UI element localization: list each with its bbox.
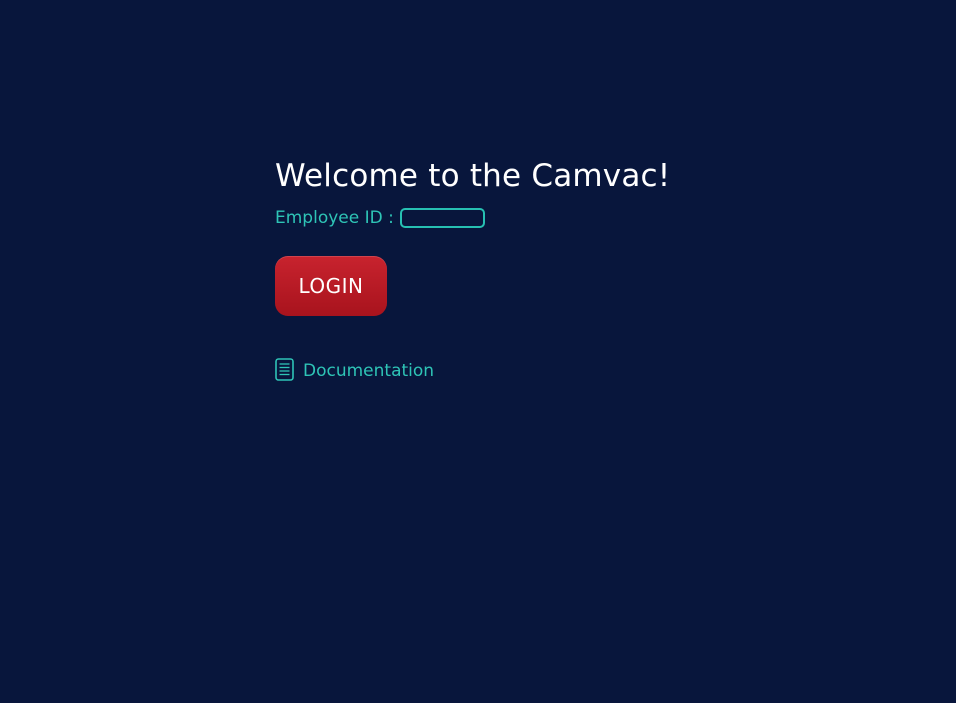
employee-id-label: Employee ID :: [275, 208, 394, 228]
documentation-label: Documentation: [303, 361, 435, 381]
document-icon: [275, 358, 294, 381]
page-title: Welcome to the Camvac!: [275, 158, 671, 194]
employee-id-row: Employee ID :: [275, 207, 670, 229]
login-button[interactable]: LOGIN: [275, 256, 387, 316]
login-screen: Welcome to the Camvac! Employee ID : LOG…: [0, 0, 956, 703]
documentation-link[interactable]: Documentation: [275, 358, 670, 381]
employee-id-input[interactable]: [399, 208, 485, 228]
login-panel: Welcome to the Camvac! Employee ID : LOG…: [275, 155, 670, 381]
